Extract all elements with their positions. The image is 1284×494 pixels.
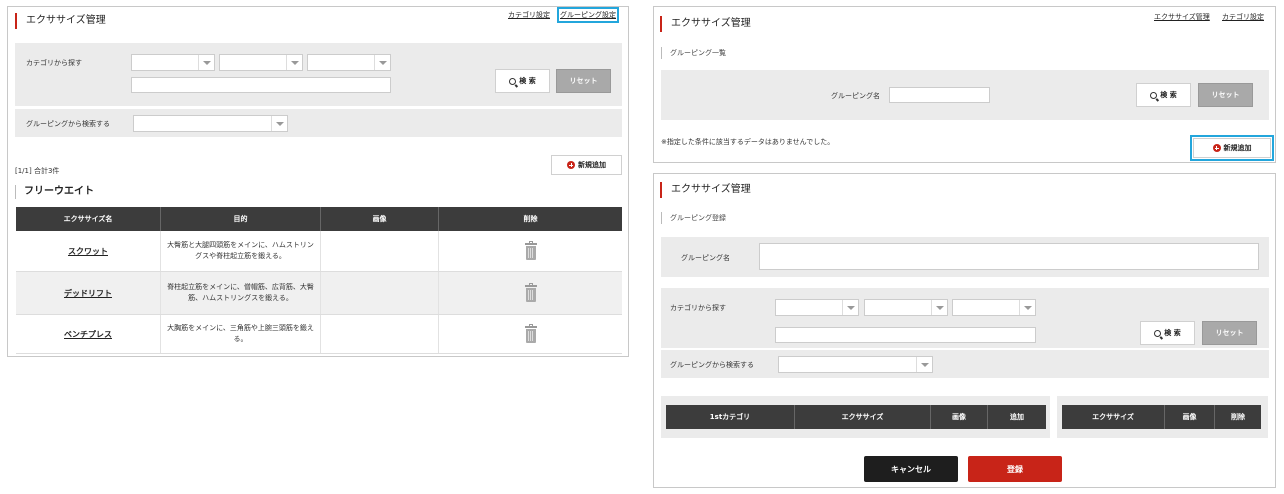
- reset-button[interactable]: リセット: [1202, 321, 1257, 345]
- search-button[interactable]: 検 索: [495, 69, 550, 93]
- category-settings-link[interactable]: カテゴリ設定: [1222, 12, 1264, 22]
- grouping-search-label: グルーピングから検索する: [26, 120, 110, 128]
- purpose-text: 大胸筋をメインに、三角筋や上腕三頭筋を鍛える。: [161, 315, 321, 353]
- plus-circle-icon: [1212, 144, 1221, 152]
- exercise-name-link[interactable]: デッドリフト: [64, 288, 112, 299]
- chevron-down-icon: [271, 116, 287, 131]
- category-search-area: カテゴリから探す 検 索 リセット: [15, 43, 622, 106]
- table-header: エクササイズ名 目的 画像 削除: [16, 207, 622, 231]
- cancel-button[interactable]: キャンセル: [864, 456, 958, 482]
- reset-button[interactable]: リセット: [556, 69, 611, 93]
- category-settings-link[interactable]: カテゴリ設定: [508, 10, 550, 20]
- category-select-1[interactable]: [131, 54, 215, 71]
- col-image: 画像: [1165, 405, 1215, 429]
- exercise-list-panel: エクササイズ管理 カテゴリ設定 グルーピング設定 カテゴリから探す 検 索 リセ…: [7, 6, 629, 357]
- category-select-2[interactable]: [864, 299, 948, 316]
- page-title: エクササイズ管理: [660, 182, 751, 198]
- keyword-input[interactable]: [131, 77, 391, 93]
- register-button[interactable]: 登録: [968, 456, 1062, 482]
- grouping-select[interactable]: [133, 115, 288, 132]
- result-count: [1/1] 合計3件: [15, 167, 60, 175]
- image-cell: [321, 315, 439, 353]
- candidate-table-header: 1stカテゴリ エクササイズ 画像 追加: [666, 405, 1046, 429]
- category-search-label: カテゴリから探す: [26, 59, 82, 67]
- plus-circle-icon: [567, 161, 575, 169]
- chevron-down-icon: [916, 357, 932, 372]
- image-cell: [321, 272, 439, 314]
- chevron-down-icon: [374, 55, 390, 70]
- col-purpose: 目的: [161, 207, 321, 231]
- grouping-name-label: グルーピング名: [831, 92, 880, 100]
- search-icon: [509, 77, 517, 85]
- selected-table-header: エクササイズ 画像 削除: [1062, 405, 1261, 429]
- grouping-name-label: グルーピング名: [681, 254, 730, 262]
- grouping-name-input[interactable]: [759, 243, 1259, 270]
- grouping-list-panel: エクササイズ管理 エクササイズ管理 カテゴリ設定 グルーピング一覧 グルーピング…: [653, 6, 1276, 163]
- exercise-name-link[interactable]: ベンチプレス: [64, 329, 112, 340]
- chevron-down-icon: [1019, 300, 1035, 315]
- keyword-input[interactable]: [775, 327, 1036, 343]
- grouping-name-input[interactable]: [889, 87, 990, 103]
- col-exercise: エクササイズ: [795, 405, 931, 429]
- page-title: エクササイズ管理: [15, 13, 106, 29]
- col-image: 画像: [931, 405, 988, 429]
- chevron-down-icon: [286, 55, 302, 70]
- table-row: スクワット 大臀筋と大腿四頭筋をメインに、ハムストリングスや脊柱起立筋を鍛える。: [16, 231, 622, 272]
- section-title: フリーウエイト: [15, 185, 94, 199]
- grouping-search-area: グルーピング名 検 索 リセット: [661, 70, 1269, 120]
- col-delete: 削除: [523, 215, 538, 223]
- search-icon: [1154, 329, 1162, 337]
- add-new-button[interactable]: 新規追加: [1190, 135, 1274, 161]
- col-1st-category: 1stカテゴリ: [666, 405, 795, 429]
- add-new-label: 新規追加: [1223, 144, 1252, 152]
- add-new-button[interactable]: 新規追加: [551, 155, 622, 175]
- category-search-label: カテゴリから探す: [670, 304, 726, 312]
- add-new-label: 新規追加: [578, 161, 606, 169]
- exercise-name-link[interactable]: スクワット: [68, 246, 108, 257]
- grouping-register-panel: エクササイズ管理 グルーピング登録 グルーピング名 カテゴリから探す 検 索 リ…: [653, 173, 1276, 488]
- exercise-management-link[interactable]: エクササイズ管理: [1154, 12, 1210, 22]
- grouping-search-area: グルーピングから検索する: [661, 350, 1269, 378]
- chevron-down-icon: [931, 300, 947, 315]
- category-select-2[interactable]: [219, 54, 303, 71]
- col-exercise: エクササイズ: [1062, 405, 1165, 429]
- exercise-selected-area: エクササイズ 画像 削除: [1057, 396, 1268, 438]
- no-data-message: ※指定した条件に該当するデータはありませんでした。: [661, 138, 835, 146]
- section-subtitle: グルーピング一覧: [661, 47, 726, 59]
- grouping-select[interactable]: [778, 356, 933, 373]
- page-title: エクササイズ管理: [660, 16, 751, 32]
- table-row: ベンチプレス 大胸筋をメインに、三角筋や上腕三頭筋を鍛える。: [16, 315, 622, 354]
- trash-icon[interactable]: [524, 324, 537, 343]
- table-row: デッドリフト 脊柱起立筋をメインに、僧帽筋、広背筋、大臀筋、ハムストリングスを鍛…: [16, 272, 622, 315]
- col-add: 追加: [1010, 413, 1024, 421]
- category-select-3[interactable]: [952, 299, 1036, 316]
- image-cell: [321, 231, 439, 271]
- category-select-3[interactable]: [307, 54, 391, 71]
- search-button[interactable]: 検 索: [1136, 83, 1191, 107]
- search-button-label: 検 索: [519, 77, 536, 85]
- col-image: 画像: [321, 207, 439, 231]
- search-button[interactable]: 検 索: [1140, 321, 1195, 345]
- search-button-label: 検 索: [1160, 91, 1177, 99]
- col-delete: 削除: [1231, 413, 1245, 421]
- category-select-1[interactable]: [775, 299, 859, 316]
- exercise-candidate-area: 1stカテゴリ エクササイズ 画像 追加: [661, 396, 1050, 438]
- purpose-text: 大臀筋と大腿四頭筋をメインに、ハムストリングスや脊柱起立筋を鍛える。: [161, 231, 321, 271]
- col-exercise-name: エクササイズ名: [16, 207, 161, 231]
- grouping-settings-link[interactable]: グルーピング設定: [557, 7, 619, 23]
- grouping-search-area: グルーピングから検索する: [15, 109, 622, 137]
- trash-icon[interactable]: [524, 283, 537, 302]
- search-button-label: 検 索: [1164, 329, 1181, 337]
- search-icon: [1150, 91, 1158, 99]
- grouping-search-label: グルーピングから検索する: [670, 361, 754, 369]
- trash-icon[interactable]: [524, 241, 537, 260]
- purpose-text: 脊柱起立筋をメインに、僧帽筋、広背筋、大臀筋、ハムストリングスを鍛える。: [161, 272, 321, 314]
- section-subtitle: グルーピング登録: [661, 212, 726, 224]
- reset-button[interactable]: リセット: [1198, 83, 1253, 107]
- chevron-down-icon: [198, 55, 214, 70]
- category-search-area: カテゴリから探す 検 索 リセット: [661, 288, 1269, 348]
- grouping-name-area: グルーピング名: [661, 237, 1269, 277]
- chevron-down-icon: [842, 300, 858, 315]
